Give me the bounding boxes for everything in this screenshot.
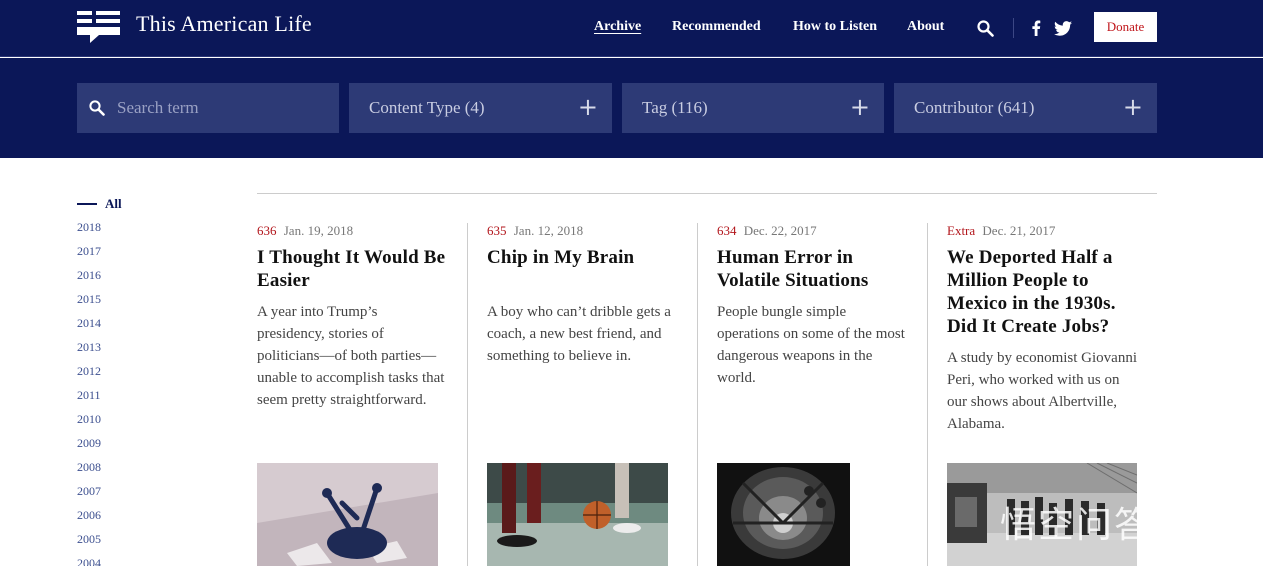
year-filter-list: All 2018 2017 2016 2015 2014 2013 2012 2… [77,196,177,566]
tag-label: Tag (116) [642,98,708,117]
year-link-2012[interactable]: 2012 [77,364,177,388]
year-link-2011[interactable]: 2011 [77,388,177,412]
year-link-2008[interactable]: 2008 [77,460,177,484]
expand-plus-icon: + [849,93,870,121]
episode-title[interactable]: I Thought It Would Be Easier [257,246,447,292]
episode-date: Dec. 22, 2017 [743,223,817,238]
episode-number: 636 [257,223,277,238]
content-type-label: Content Type (4) [369,98,485,117]
contributor-label: Contributor (641) [914,98,1035,117]
episode-date: Jan. 19, 2018 [283,223,354,238]
year-link-2004[interactable]: 2004 [77,556,177,566]
nav-how-to-listen[interactable]: How to Listen [793,19,877,35]
year-link-2016[interactable]: 2016 [77,268,177,292]
episode-date: Dec. 21, 2017 [982,223,1056,238]
year-link-2014[interactable]: 2014 [77,316,177,340]
search-icon[interactable] [977,20,994,37]
active-dash [77,203,97,205]
episode-title[interactable]: We Deported Half a Million People to Mex… [947,246,1147,338]
content-top-rule [257,193,1157,194]
year-link-2017[interactable]: 2017 [77,244,177,268]
episode-thumbnail[interactable] [717,463,850,566]
episode-card[interactable]: 634 Dec. 22, 2017 Human Error in Volatil… [697,223,927,566]
year-link-2018[interactable]: 2018 [77,220,177,244]
episode-thumbnail[interactable] [257,463,438,566]
episode-number: 635 [487,223,507,238]
episode-description: A boy who can’t dribble gets a coach, a … [487,304,671,364]
logo-icon [77,11,120,43]
archive-filter-bar: Content Type (4) + Tag (116) + Contribut… [0,58,1263,158]
episode-date: Jan. 12, 2018 [513,223,584,238]
year-link-2009[interactable]: 2009 [77,436,177,460]
twitter-icon[interactable] [1054,21,1072,36]
year-link-2005[interactable]: 2005 [77,532,177,556]
year-link-2013[interactable]: 2013 [77,340,177,364]
episode-description: People bungle simple operations on some … [717,304,905,386]
episode-thumbnail[interactable] [487,463,668,566]
content-type-filter[interactable]: Content Type (4) + [349,83,612,133]
year-all-label: All [105,196,122,211]
search-term-input[interactable] [117,93,327,123]
episode-meta: 636 Jan. 19, 2018 [257,223,467,239]
episode-meta: 634 Dec. 22, 2017 [717,223,927,239]
year-all-link[interactable]: All [77,196,177,212]
nav-about[interactable]: About [907,19,944,35]
search-term-icon [89,100,105,116]
episode-description: A study by economist Giovanni Peri, who … [947,350,1137,432]
year-link-2015[interactable]: 2015 [77,292,177,316]
nav-recommended[interactable]: Recommended [672,19,761,35]
year-link-2010[interactable]: 2010 [77,412,177,436]
watermark-text: 悟空问答 [1000,505,1153,546]
donate-button[interactable]: Donate [1094,12,1157,42]
episode-meta: 635 Jan. 12, 2018 [487,223,697,239]
year-link-2006[interactable]: 2006 [77,508,177,532]
facebook-icon[interactable] [1031,20,1041,36]
episode-title[interactable]: Human Error in Volatile Situations [717,246,907,292]
contributor-filter[interactable]: Contributor (641) + [894,83,1157,133]
site-title: This American Life [136,11,312,36]
episode-card[interactable]: 635 Jan. 12, 2018 Chip in My Brain A boy… [467,223,697,566]
expand-plus-icon: + [1122,93,1143,121]
episode-card[interactable]: 636 Jan. 19, 2018 I Thought It Would Be … [257,223,467,566]
tag-filter[interactable]: Tag (116) + [622,83,884,133]
expand-plus-icon: + [577,93,598,121]
episode-meta: Extra Dec. 21, 2017 [947,223,1157,239]
top-navigation-bar: This American Life Archive Recommended H… [0,0,1263,57]
nav-divider [1013,18,1014,38]
episode-number: 634 [717,223,737,238]
nav-archive[interactable]: Archive [594,19,641,35]
year-link-2007[interactable]: 2007 [77,484,177,508]
episode-number: Extra [947,223,976,238]
site-logo[interactable]: This American Life [77,11,312,43]
episode-title[interactable]: Chip in My Brain [487,246,677,269]
search-box[interactable] [77,83,339,133]
episode-description: A year into Trump’s presidency, stories … [257,304,445,408]
